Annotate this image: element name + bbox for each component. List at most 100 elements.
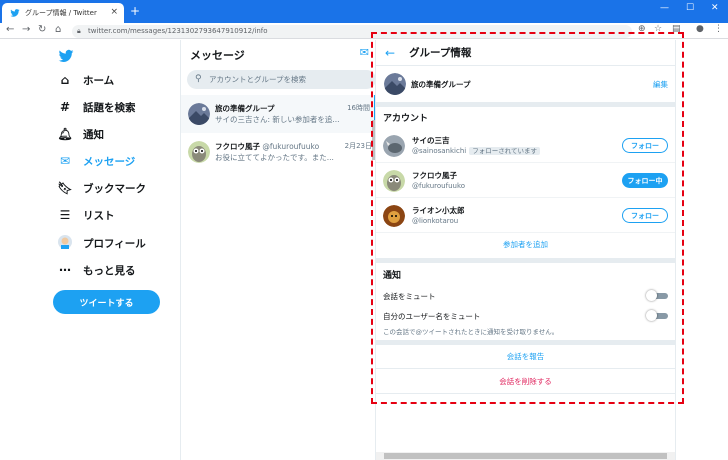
browser-menu-icon[interactable]: ⋮ — [714, 24, 723, 34]
mute-username-row: 自分のユーザー名をミュート — [383, 308, 668, 324]
nav-explore-label: 話題を検索 — [83, 101, 136, 114]
nav-messages[interactable]: ✉ メッセージ — [56, 150, 135, 172]
nav-profile-label: プロフィール — [83, 237, 146, 250]
mute-conversation-toggle[interactable] — [646, 290, 668, 301]
panel-header: ← グループ情報 — [376, 40, 675, 66]
home-icon: ⌂ — [60, 73, 70, 87]
member-row[interactable]: フクロウ風子 @fukuroufuuko フォロー中 — [376, 164, 675, 198]
lion-avatar — [383, 204, 405, 227]
nav-more[interactable]: ⋯ もっと見る — [56, 259, 136, 281]
tab-close-icon[interactable]: × — [110, 7, 118, 17]
group-info-panel: ← グループ情報 旅の準備グループ 編集 アカウント サイの三吉 @sainos… — [376, 40, 675, 460]
following-button[interactable]: フォロー中 — [622, 173, 668, 188]
owl-avatar — [188, 141, 210, 163]
group-name-row: 旅の準備グループ 編集 — [376, 68, 675, 100]
nav-more-label: もっと見る — [83, 264, 136, 277]
browser-tab-strip: グループ情報 / Twitter × + — ☐ ✕ — [0, 0, 728, 23]
nav-bookmarks[interactable]: 🔖︎ ブックマーク — [56, 177, 146, 199]
nav-explore[interactable]: # 話題を検索 — [56, 96, 136, 118]
url-field[interactable]: 🔒︎ twitter.com/messages/1231302793647910… — [72, 25, 632, 38]
left-navigation: ⌂ ホーム # 話題を検索 🔔︎ 通知 ✉ メッセージ 🔖︎ ブックマーク ☰ … — [50, 40, 180, 460]
home-browser-icon[interactable]: ⌂ — [55, 24, 61, 35]
owl-avatar — [383, 169, 405, 192]
mute-username-label: 自分のユーザー名をミュート — [383, 311, 481, 321]
follows-you-badge: フォローされています — [469, 146, 541, 155]
back-arrow-icon[interactable]: ← — [6, 24, 14, 35]
page-title: グループ情報 — [409, 47, 472, 59]
messages-title: メッセージ — [190, 49, 245, 62]
back-arrow-icon[interactable]: ← — [385, 46, 395, 60]
mute-note: この会話で@ツイートされたときに通知を受け取りません。 — [383, 328, 559, 336]
hashtag-icon: # — [59, 100, 71, 114]
star-icon[interactable]: ☆ — [654, 24, 662, 34]
member-handle: @fukuroufuuko — [412, 181, 466, 190]
horizontal-scrollbar[interactable] — [376, 452, 675, 460]
forward-arrow-icon[interactable]: → — [22, 24, 30, 35]
member-handle: @lionkotarou — [412, 216, 459, 225]
follow-button[interactable]: フォロー — [622, 208, 668, 223]
member-name: サイの三吉 — [412, 135, 450, 145]
conversation-time: 16時間 — [347, 104, 370, 112]
messages-column: メッセージ ✉ ⚲ アカウントとグループを検索 旅の準備グループ サイの三吉さん… — [181, 40, 376, 460]
toggle-knob — [646, 310, 657, 321]
nav-profile[interactable]: プロフィール — [56, 232, 146, 254]
reading-list-icon[interactable]: ▤ — [672, 24, 681, 34]
nav-home[interactable]: ⌂ ホーム — [56, 69, 114, 91]
maximize-button[interactable]: ☐ — [686, 3, 694, 13]
account-icon[interactable]: ● — [696, 24, 704, 34]
nav-notifications-label: 通知 — [83, 128, 104, 141]
toggle-knob — [646, 290, 657, 301]
new-tab-button[interactable]: + — [130, 4, 140, 18]
browser-tab[interactable]: グループ情報 / Twitter × — [2, 3, 124, 23]
address-bar-row: ← → ↻ ⌂ 🔒︎ twitter.com/messages/12313027… — [0, 23, 728, 39]
divider — [675, 40, 676, 460]
add-member-link[interactable]: 参加者を追加 — [376, 236, 675, 254]
conversation-time: 2月23日 — [344, 142, 372, 150]
twitter-bird-icon — [10, 9, 20, 17]
compose-message-icon[interactable]: ✉ — [360, 46, 369, 59]
section-separator — [376, 258, 675, 263]
reload-icon[interactable]: ↻ — [38, 24, 46, 35]
edit-link[interactable]: 編集 — [653, 79, 668, 90]
conversation-handle: @fukuroufuuko — [262, 142, 320, 151]
member-row[interactable]: サイの三吉 @sainosankichi フォローされています フォロー — [376, 129, 675, 163]
member-handle: @sainosankichi — [412, 146, 467, 155]
twitter-logo-icon[interactable] — [58, 48, 74, 64]
nav-home-label: ホーム — [83, 74, 115, 87]
extension-icon[interactable]: ⊕ — [638, 24, 646, 34]
nav-bookmarks-label: ブックマーク — [83, 182, 146, 195]
more-icon: ⋯ — [59, 263, 71, 277]
member-row[interactable]: ライオン小太郎 @lionkotarou フォロー — [376, 199, 675, 233]
scrollbar-thumb[interactable] — [384, 453, 667, 459]
bell-icon: 🔔︎ — [57, 127, 73, 141]
minimize-button[interactable]: — — [660, 3, 669, 13]
conversation-item[interactable]: フクロウ風子 @fukuroufuuko お役に立ててよかったです。また... … — [181, 133, 376, 171]
delete-conversation-link[interactable]: 会話を削除する — [376, 370, 675, 394]
group-avatar — [188, 103, 210, 125]
nav-lists[interactable]: ☰ リスト — [56, 204, 115, 226]
report-conversation-link[interactable]: 会話を報告 — [376, 345, 675, 369]
conversation-name: フクロウ風子 — [215, 142, 260, 151]
member-name: ライオン小太郎 — [412, 205, 465, 215]
search-input[interactable]: ⚲ アカウントとグループを検索 — [187, 70, 376, 89]
lock-icon: 🔒︎ — [77, 27, 81, 35]
mute-conversation-label: 会話をミュート — [383, 291, 436, 301]
tweet-button[interactable]: ツイートする — [53, 290, 160, 314]
member-name: フクロウ風子 — [412, 170, 457, 180]
conversation-item[interactable]: 旅の準備グループ サイの三吉さん: 新しい参加者を追... 16時間 — [181, 95, 376, 133]
notifications-section-title: 通知 — [383, 271, 402, 281]
list-icon: ☰ — [59, 208, 71, 222]
nav-notifications[interactable]: 🔔︎ 通知 — [56, 123, 104, 145]
nav-messages-label: メッセージ — [83, 155, 136, 168]
mute-username-toggle[interactable] — [646, 310, 668, 321]
section-separator — [376, 102, 675, 107]
bookmark-icon: 🔖︎ — [57, 181, 73, 195]
close-window-button[interactable]: ✕ — [711, 3, 719, 13]
search-icon: ⚲ — [195, 74, 202, 84]
follow-button[interactable]: フォロー — [622, 138, 668, 153]
mail-icon: ✉ — [59, 154, 71, 168]
nav-lists-label: リスト — [83, 209, 115, 222]
conversation-preview: お役に立ててよかったです。また... — [215, 153, 334, 162]
group-name: 旅の準備グループ — [411, 79, 471, 89]
scrollbar[interactable] — [372, 120, 375, 160]
